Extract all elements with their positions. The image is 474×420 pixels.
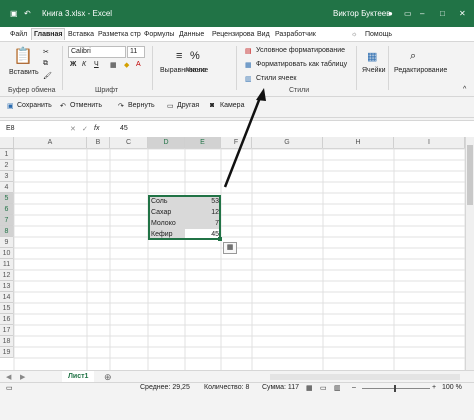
zoom-slider[interactable] bbox=[362, 388, 430, 389]
zoom-out-icon[interactable]: – bbox=[352, 384, 356, 391]
status-count: Количество: 8 bbox=[204, 384, 250, 391]
annotation-arrow bbox=[223, 88, 266, 188]
status-bar: ▭ Среднее: 29,25 Количество: 8 Сумма: 11… bbox=[0, 382, 474, 420]
zoom-in-icon[interactable]: + bbox=[432, 384, 436, 391]
status-average: Среднее: 29,25 bbox=[140, 384, 190, 391]
status-sum: Сумма: 117 bbox=[262, 384, 300, 391]
arrow-line bbox=[223, 94, 263, 188]
page-break-icon[interactable]: ▥ bbox=[334, 384, 341, 392]
prev-sheet-icon[interactable]: ◀ bbox=[6, 373, 11, 381]
next-sheet-icon[interactable]: ▶ bbox=[20, 373, 25, 381]
arrow-head bbox=[256, 88, 266, 101]
zoom-slider-thumb[interactable] bbox=[394, 385, 396, 392]
horizontal-scrollbar[interactable] bbox=[270, 374, 460, 380]
normal-view-icon[interactable]: ▦ bbox=[306, 384, 313, 392]
ready-icon: ▭ bbox=[6, 385, 13, 392]
zoom-level[interactable]: 100 % bbox=[442, 384, 462, 391]
vertical-scrollbar[interactable] bbox=[465, 137, 474, 370]
page-layout-icon[interactable]: ▭ bbox=[320, 384, 327, 392]
scroll-thumb[interactable] bbox=[467, 145, 473, 205]
